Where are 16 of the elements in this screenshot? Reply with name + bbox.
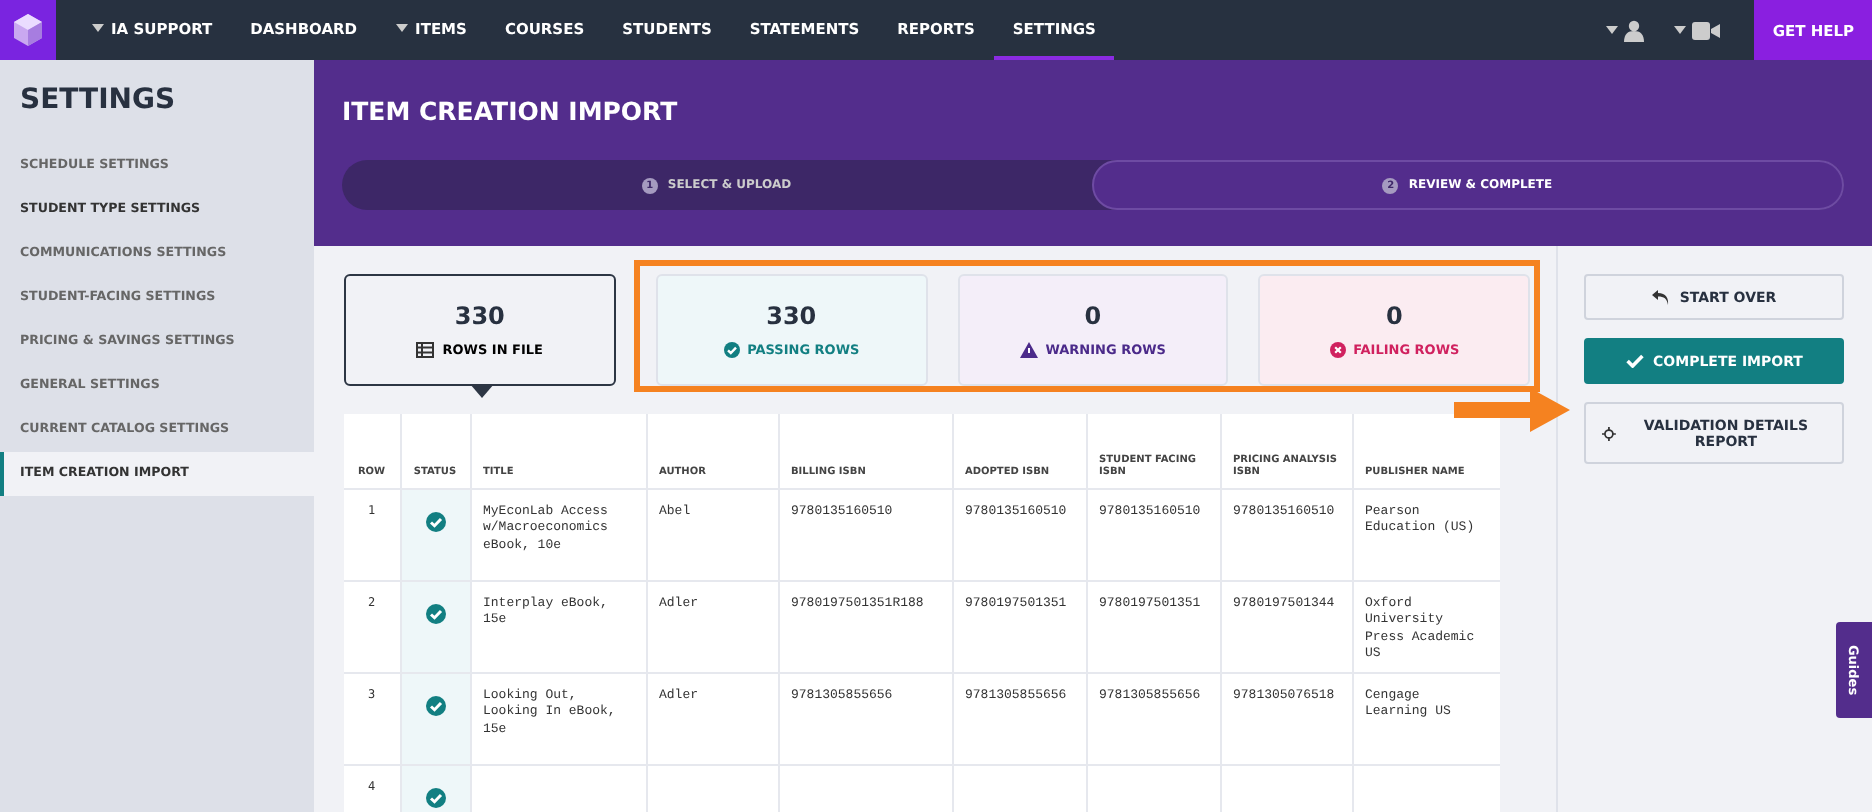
- sidebar-title: SETTINGS: [18, 82, 178, 120]
- pointer-icon: [470, 384, 494, 398]
- page-title: ITEM CREATION IMPORT: [342, 94, 680, 130]
- crosshair-icon: [1602, 425, 1616, 441]
- check-icon: [1625, 354, 1644, 368]
- error-circle-icon: [1329, 342, 1346, 358]
- caret-icon: [1606, 26, 1619, 34]
- undo-icon: [1651, 289, 1670, 305]
- logo-icon[interactable]: [0, 0, 56, 60]
- caret-icon: [1674, 26, 1687, 34]
- table-icon: [416, 342, 435, 358]
- warning-icon: [1019, 342, 1038, 358]
- check-circle-icon: [723, 342, 740, 358]
- user-icon[interactable]: [1624, 19, 1645, 41]
- arrow-drawing: [1454, 388, 1570, 432]
- video-camera-icon[interactable]: [1692, 21, 1721, 39]
